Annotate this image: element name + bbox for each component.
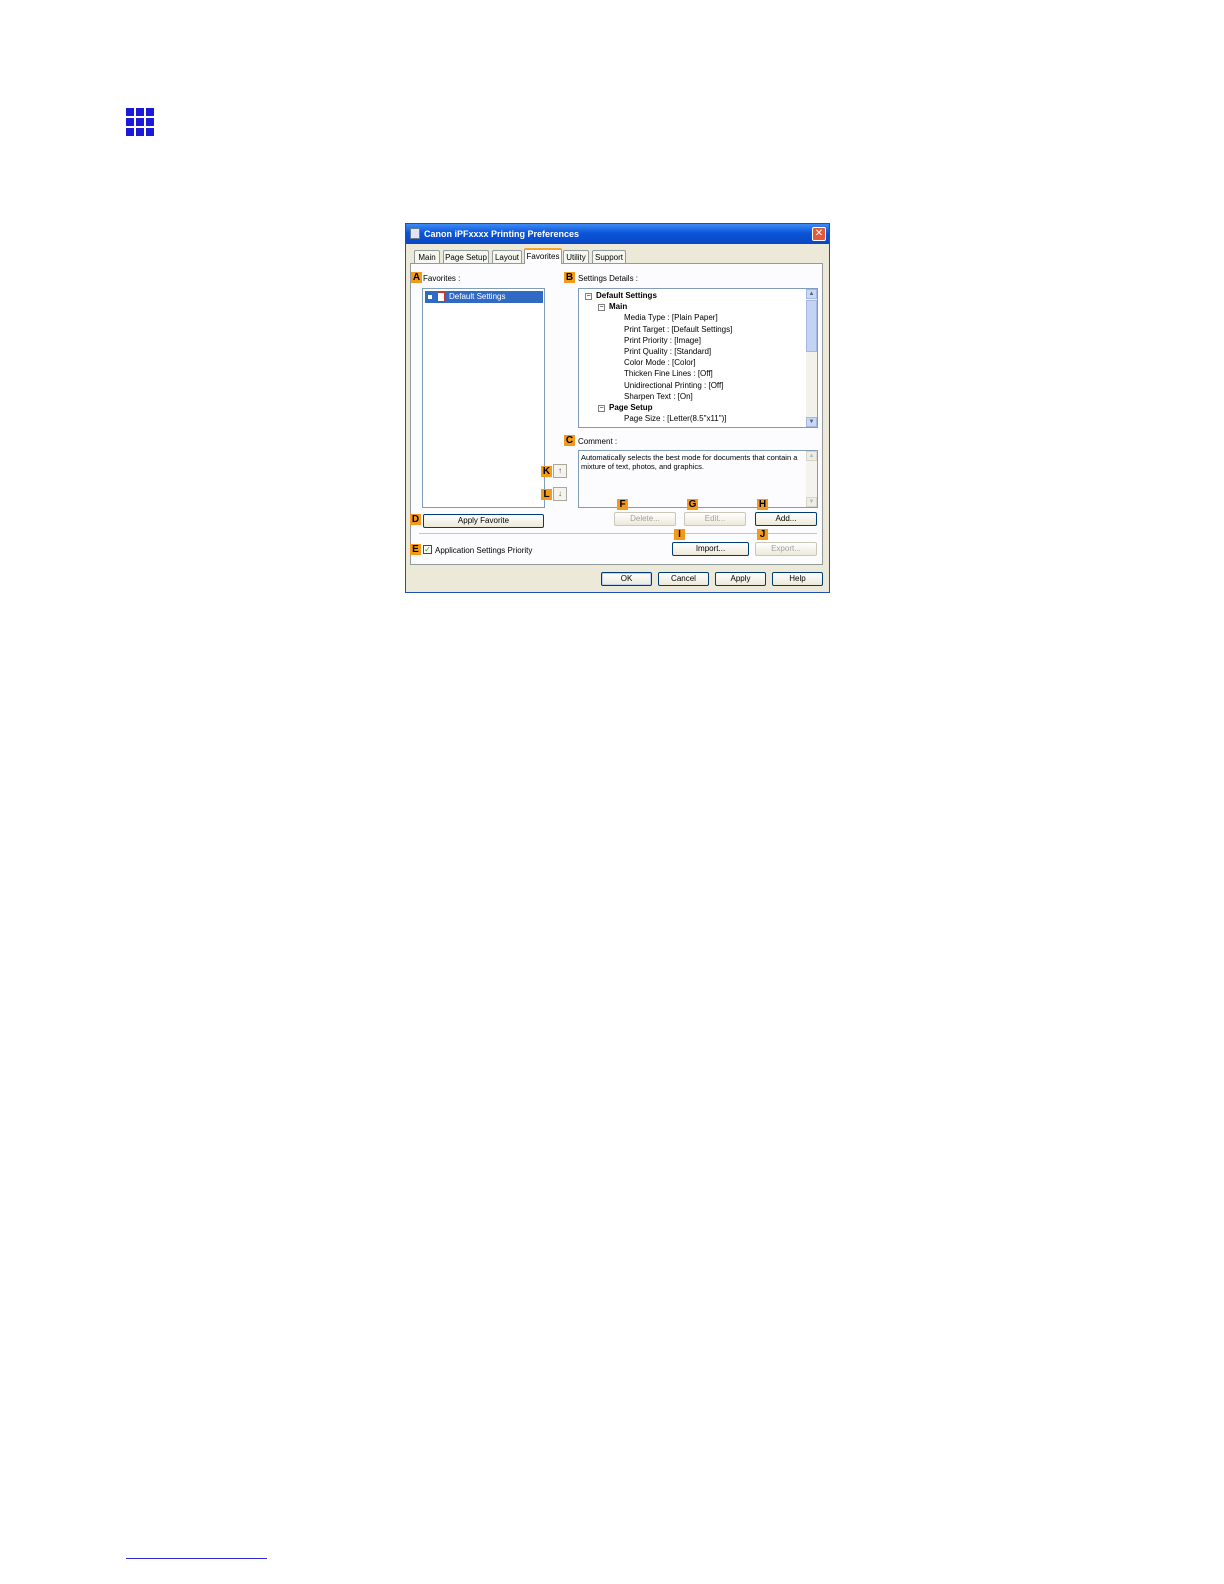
- help-button[interactable]: Help: [772, 572, 823, 586]
- scroll-down-icon[interactable]: ▼: [806, 417, 817, 427]
- delete-button[interactable]: Delete...: [614, 512, 676, 526]
- scroll-thumb[interactable]: [806, 300, 817, 352]
- grid-menu-icon: [126, 108, 154, 136]
- marker-e: E: [410, 544, 421, 555]
- tree-expander-icon[interactable]: −: [585, 293, 592, 300]
- tree-setting-item[interactable]: Thicken Fine Lines : [Off]: [624, 369, 713, 378]
- tree-expander-icon[interactable]: −: [598, 304, 605, 312]
- favorites-tab-panel: A Favorites : Default Settings K ↑ L ↓ B…: [410, 263, 823, 565]
- marker-b: B: [564, 272, 575, 283]
- marker-k: K: [541, 466, 552, 477]
- settings-details-tree[interactable]: ▲ ▼ − Default Settings − Main Media Type : […: [578, 288, 818, 428]
- printing-preferences-dialog: Canon iPFxxxx Printing Preferences ✕ Mai…: [405, 223, 830, 593]
- tree-group-item[interactable]: Page Setup: [609, 403, 653, 412]
- comment-scroll-down-icon: ▼: [806, 497, 817, 507]
- move-up-button[interactable]: ↑: [553, 464, 567, 478]
- export-button[interactable]: Export...: [755, 542, 817, 556]
- tab-utility[interactable]: Utility: [563, 250, 589, 263]
- document-icon: [437, 292, 445, 302]
- marker-l: L: [541, 489, 552, 500]
- tree-setting-item[interactable]: Media Type : [Plain Paper]: [624, 313, 718, 322]
- comment-box: Automatically selects the best mode for …: [578, 450, 818, 508]
- tab-layout[interactable]: Layout: [492, 250, 522, 263]
- scroll-up-icon[interactable]: ▲: [806, 289, 817, 299]
- import-button[interactable]: Import...: [672, 542, 749, 556]
- close-button[interactable]: ✕: [812, 227, 826, 241]
- tree-setting-item[interactable]: Page Size : [Letter(8.5"x11")]: [624, 414, 726, 423]
- title-bar: Canon iPFxxxx Printing Preferences ✕: [406, 224, 829, 244]
- marker-j: J: [757, 529, 768, 540]
- cancel-button[interactable]: Cancel: [658, 572, 709, 586]
- dialog-title: Canon iPFxxxx Printing Preferences: [424, 229, 580, 239]
- bullet-icon: [428, 295, 432, 299]
- tree-group-item[interactable]: Default Settings: [596, 291, 657, 300]
- marker-g: G: [687, 499, 698, 510]
- marker-c: C: [564, 435, 575, 446]
- apply-button[interactable]: Apply: [715, 572, 766, 586]
- comment-label: Comment :: [578, 437, 618, 446]
- favorites-label: Favorites :: [423, 274, 461, 283]
- marker-d: D: [410, 514, 421, 525]
- tab-support[interactable]: Support: [592, 250, 626, 263]
- tree-setting-item[interactable]: Print Target : [Default Settings]: [624, 325, 732, 334]
- add-button[interactable]: Add...: [755, 512, 817, 526]
- marker-a: A: [411, 272, 422, 283]
- tab-favorites[interactable]: Favorites: [524, 248, 562, 264]
- move-down-button[interactable]: ↓: [553, 487, 567, 501]
- footer-divider: [126, 1558, 267, 1559]
- marker-f: F: [617, 499, 628, 510]
- tree-setting-item[interactable]: Color Mode : [Color]: [624, 358, 696, 367]
- comment-scroll-up-icon: ▲: [806, 451, 817, 461]
- tree-expander-icon[interactable]: −: [598, 405, 605, 412]
- edit-button[interactable]: Edit...: [684, 512, 746, 526]
- tree-setting-item[interactable]: Print Quality : [Standard]: [624, 347, 711, 356]
- apply-favorite-button[interactable]: Apply Favorite: [423, 514, 544, 528]
- tree-setting-item[interactable]: Print Priority : [Image]: [624, 336, 701, 345]
- printer-icon: [410, 228, 420, 239]
- marker-i: I: [674, 529, 685, 540]
- application-settings-priority-checkbox[interactable]: ✓: [423, 545, 432, 554]
- tab-main[interactable]: Main: [414, 250, 440, 263]
- tree-group-item[interactable]: Main: [609, 302, 627, 311]
- ok-button[interactable]: OK: [601, 572, 652, 586]
- tree-setting-item[interactable]: Unidirectional Printing : [Off]: [624, 381, 723, 390]
- comment-text: Automatically selects the best mode for …: [581, 453, 798, 471]
- settings-details-label: Settings Details :: [578, 274, 639, 283]
- favorites-item-default-settings[interactable]: Default Settings: [425, 291, 543, 303]
- comment-scrollbar: ▲ ▼: [806, 451, 817, 507]
- favorites-list[interactable]: Default Settings: [422, 288, 545, 508]
- favorites-item-label: Default Settings: [449, 292, 506, 301]
- application-settings-priority-label: Application Settings Priority: [435, 546, 533, 555]
- settings-scrollbar[interactable]: ▲ ▼: [806, 289, 817, 427]
- tab-page-setup[interactable]: Page Setup: [443, 250, 489, 263]
- marker-h: H: [757, 499, 768, 510]
- tree-setting-item[interactable]: Sharpen Text : [On]: [624, 392, 693, 401]
